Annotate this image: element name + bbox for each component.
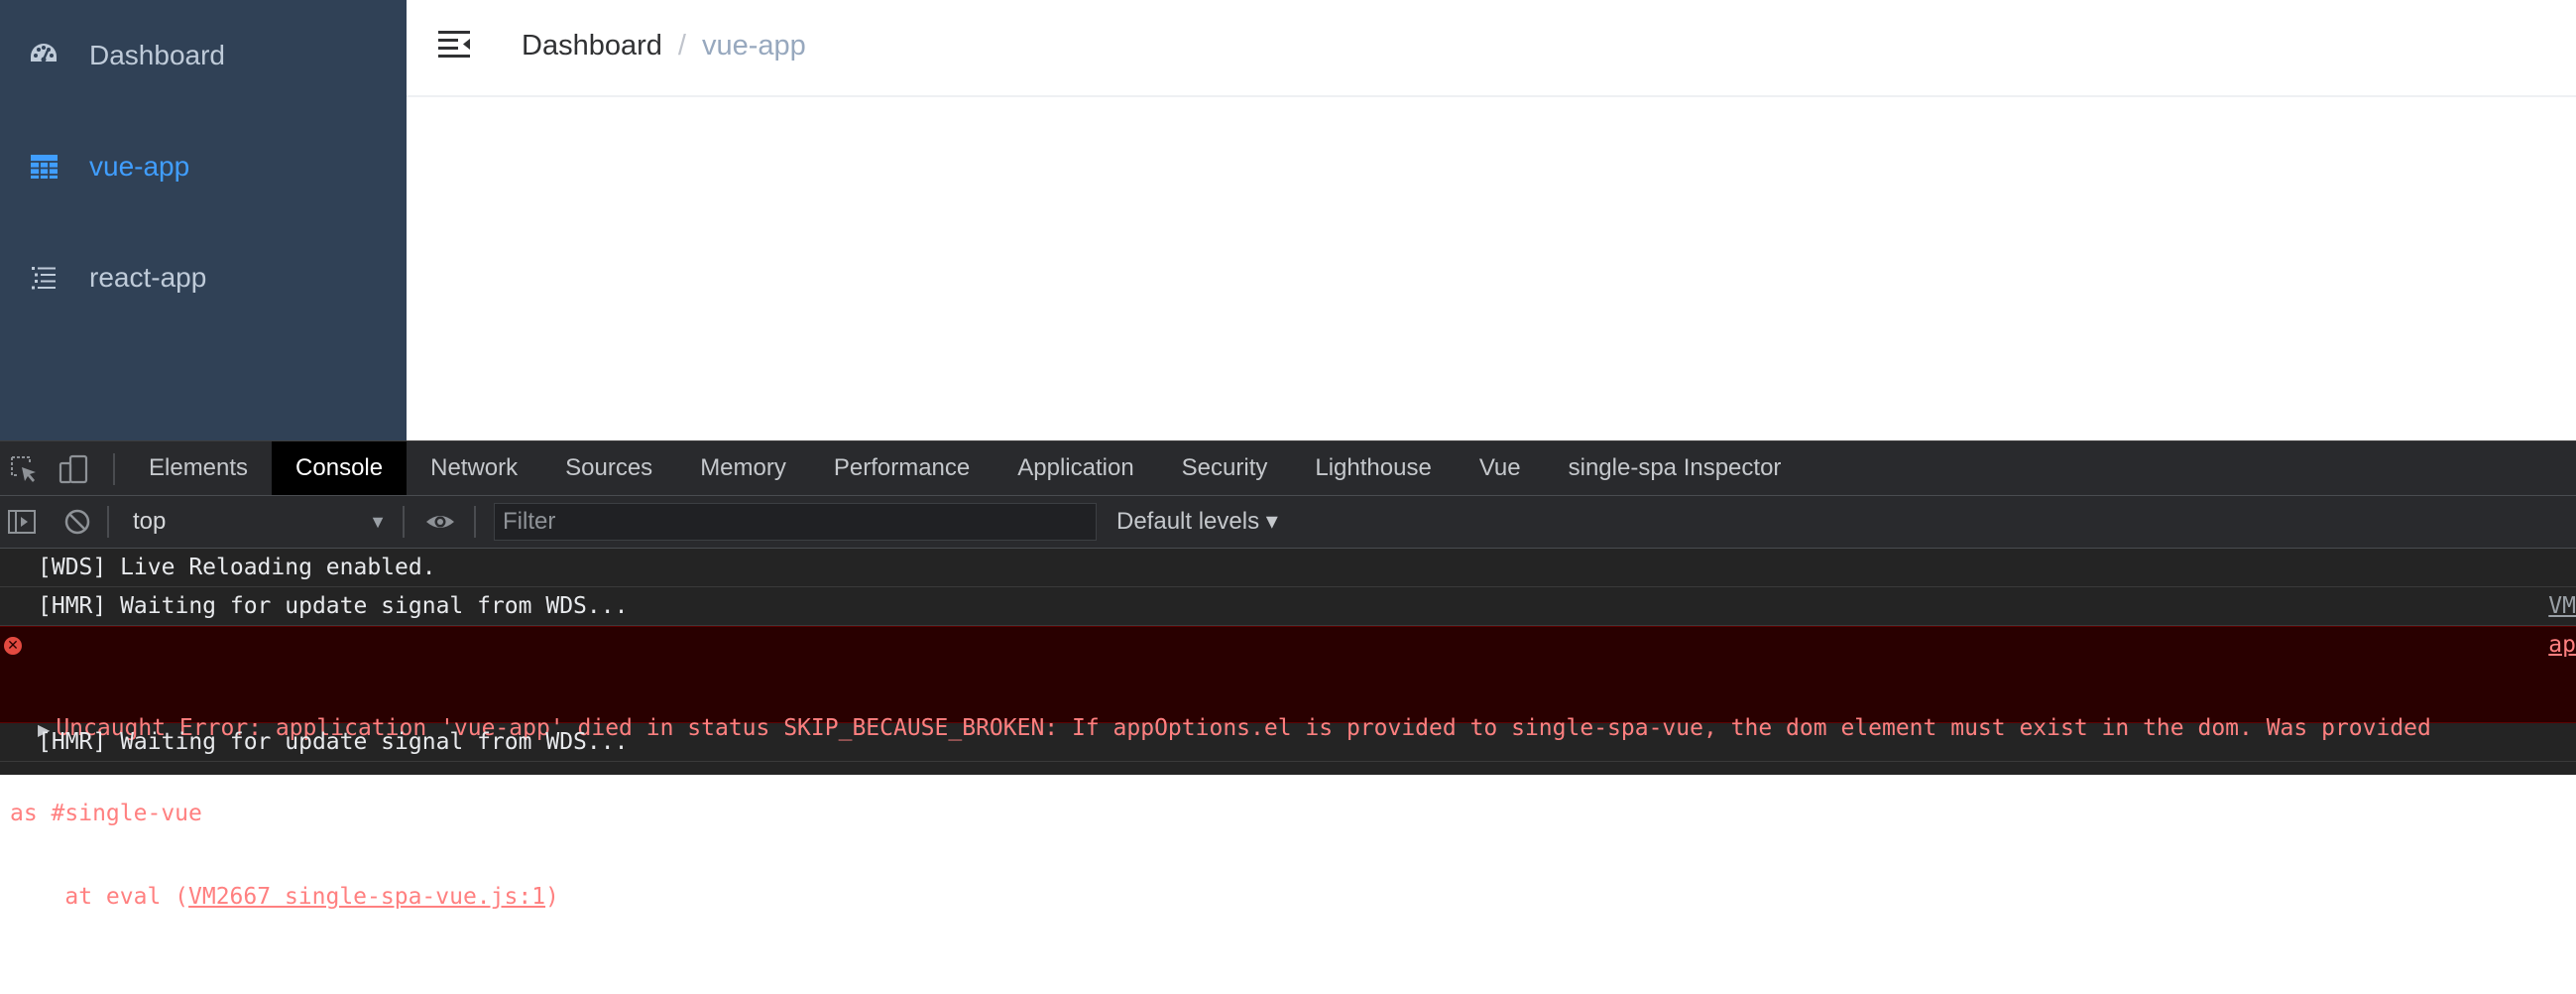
context-select[interactable]: top ▼: [117, 502, 395, 542]
devtools-panel: Elements Console Network Sources Memory …: [0, 440, 2576, 910]
log-levels-dropdown[interactable]: Default levels ▾: [1116, 502, 1278, 542]
source-link[interactable]: VM: [2548, 587, 2576, 626]
console-message: [HMR] Waiting for update signal from WDS…: [0, 587, 2576, 626]
console-toolbar: top ▼ Default levels ▾: [0, 496, 2576, 549]
device-toolbar-icon[interactable]: [58, 453, 89, 485]
message-text: [WDS] Live Reloading enabled.: [38, 555, 436, 580]
breadcrumb-dashboard[interactable]: Dashboard: [522, 30, 662, 62]
console-message: [HMR] Waiting for update signal from WDS…: [0, 723, 2576, 762]
breadcrumb: Dashboard / vue-app: [522, 30, 806, 62]
sidebar-item-label: Dashboard: [89, 40, 225, 70]
breadcrumb-separator: /: [677, 30, 686, 62]
tab-application[interactable]: Application: [994, 441, 1157, 495]
message-text: [HMR] Waiting for update signal from WDS…: [38, 593, 629, 619]
devtools-tabs: Elements Console Network Sources Memory …: [125, 441, 1805, 495]
tab-single-spa-inspector[interactable]: single-spa Inspector: [1545, 441, 1806, 495]
console-error: ✕ ▶ Uncaught Error: application 'vue-app'…: [0, 626, 2576, 910]
context-value: top: [133, 508, 167, 535]
breadcrumb-current: vue-app: [701, 30, 806, 62]
caret-down-icon: ▼: [369, 512, 387, 532]
table-icon: [31, 155, 58, 179]
clear-console-icon[interactable]: [61, 506, 93, 538]
show-sidebar-icon[interactable]: [6, 506, 38, 538]
dashboard-icon: [31, 44, 57, 62]
console-message: [WDS] Live Reloading enabled.: [0, 549, 2576, 587]
toolbar-divider: [474, 506, 476, 538]
tab-sources[interactable]: Sources: [541, 441, 676, 495]
app-content: [407, 97, 2576, 440]
tab-elements[interactable]: Elements: [125, 441, 272, 495]
tab-performance[interactable]: Performance: [810, 441, 994, 495]
message-text: [HMR] Waiting for update signal from WDS…: [38, 729, 629, 755]
sidebar-item-dashboard[interactable]: Dashboard: [0, 0, 407, 111]
toolbar-divider: [403, 506, 405, 538]
error-message-continued: as #single-vue: [10, 801, 202, 826]
console-output: [WDS] Live Reloading enabled. [HMR] Wait…: [0, 549, 2576, 910]
hamburger-icon[interactable]: [436, 28, 474, 63]
stack-prefix: at eval (: [10, 884, 189, 910]
stack-source-link[interactable]: VM2667 single-spa-vue.js:1: [188, 884, 545, 910]
navbar: Dashboard / vue-app: [407, 0, 2576, 97]
sidebar-item-react-app[interactable]: react-app: [0, 222, 407, 333]
tab-console[interactable]: Console: [272, 441, 408, 495]
error-source-link[interactable]: ap: [2548, 631, 2576, 659]
filter-input[interactable]: [494, 503, 1097, 541]
sidebar: Dashboard vue-app react-app: [0, 0, 407, 440]
sidebar-item-label: react-app: [89, 262, 207, 293]
sidebar-item-label: vue-app: [89, 151, 190, 182]
tab-memory[interactable]: Memory: [676, 441, 810, 495]
tab-lighthouse[interactable]: Lighthouse: [1291, 441, 1455, 495]
toolbar-divider: [113, 453, 115, 485]
tab-network[interactable]: Network: [407, 441, 541, 495]
toolbar-divider: [107, 506, 109, 538]
stack-suffix: ): [545, 884, 559, 910]
list-icon: [32, 267, 56, 290]
devtools-tabbar: Elements Console Network Sources Memory …: [0, 441, 2576, 496]
inspect-element-icon[interactable]: [8, 453, 40, 485]
tab-vue[interactable]: Vue: [1456, 441, 1545, 495]
sidebar-item-vue-app[interactable]: vue-app: [0, 111, 407, 222]
tab-security[interactable]: Security: [1158, 441, 1292, 495]
error-icon: ✕: [4, 637, 22, 655]
eye-icon[interactable]: [424, 506, 456, 538]
